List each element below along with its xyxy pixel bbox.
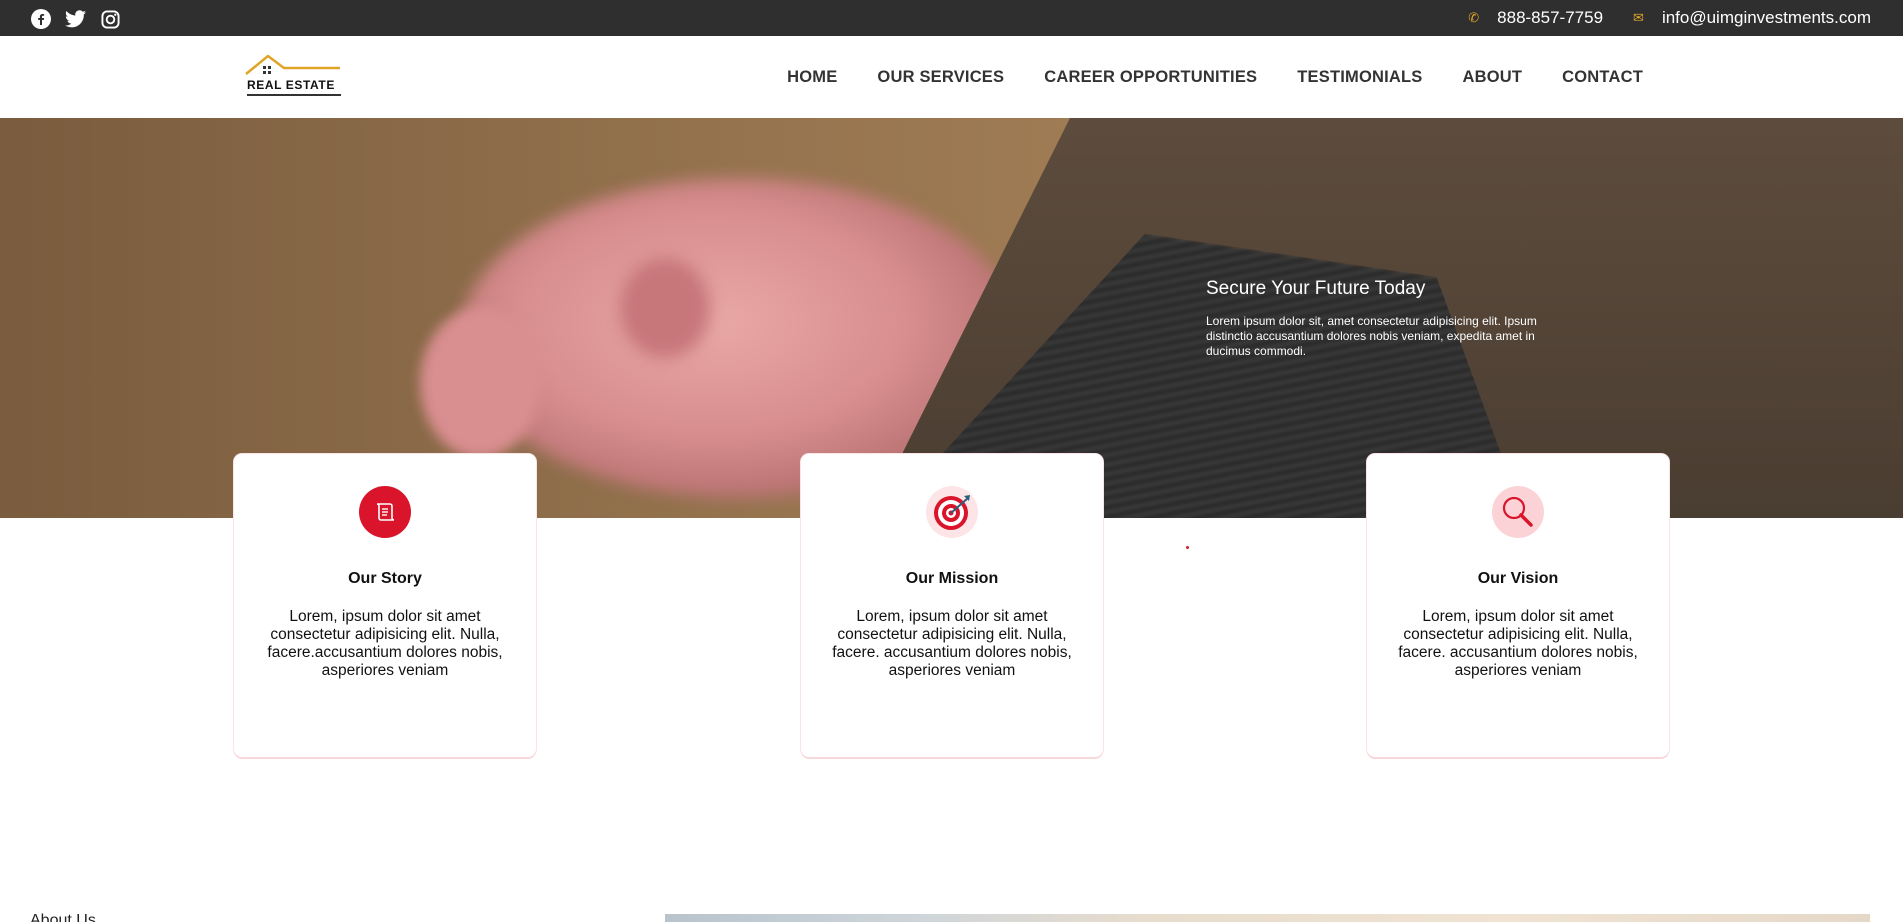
logo-underline <box>247 94 341 96</box>
envelope-icon: ✉ <box>1633 10 1644 25</box>
email-item[interactable]: ✉ info@uimginvestments.com <box>1633 8 1871 28</box>
target-icon <box>926 486 978 538</box>
twitter-icon[interactable] <box>65 9 86 29</box>
about-image <box>665 914 1870 922</box>
about-us-heading: About Us <box>30 912 96 922</box>
card-our-mission: Our Mission Lorem, ipsum dolor sit amet … <box>801 454 1103 757</box>
nav-contact[interactable]: CONTACT <box>1562 68 1643 87</box>
main-nav: HOME OUR SERVICES CAREER OPPORTUNITIES T… <box>787 36 1643 118</box>
social-links <box>30 9 121 29</box>
magnifier-icon <box>1492 486 1544 538</box>
card-text: Lorem, ipsum dolor sit amet consectetur … <box>267 608 503 679</box>
card-title: Our Vision <box>1477 570 1559 587</box>
phone-item[interactable]: ✆ 888-857-7759 <box>1468 8 1603 28</box>
card-text: Lorem, ipsum dolor sit amet consectetur … <box>832 608 1072 679</box>
phone-number[interactable]: 888-857-7759 <box>1497 8 1603 28</box>
facebook-icon[interactable] <box>30 9 51 29</box>
scroll-icon <box>359 486 411 538</box>
card-our-story: Our Story Lorem, ipsum dolor sit amet co… <box>234 454 536 757</box>
logo[interactable]: REAL ESTATE <box>244 52 344 100</box>
email-address[interactable]: info@uimginvestments.com <box>1662 8 1871 28</box>
nav-career-opportunities[interactable]: CAREER OPPORTUNITIES <box>1044 68 1257 87</box>
instagram-icon[interactable] <box>100 9 121 29</box>
card-title: Our Mission <box>905 570 999 587</box>
piggy-bank-snout <box>420 308 540 458</box>
contact-info: ✆ 888-857-7759 ✉ info@uimginvestments.co… <box>1468 0 1871 36</box>
nav-our-services[interactable]: OUR SERVICES <box>877 68 1004 87</box>
logo-text: REAL ESTATE <box>247 78 335 92</box>
top-bar: ✆ 888-857-7759 ✉ info@uimginvestments.co… <box>0 0 1903 36</box>
hero-body: Lorem ipsum dolor sit, amet consectetur … <box>1206 314 1537 358</box>
piggy-bank-ear <box>620 258 710 358</box>
phone-icon: ✆ <box>1468 10 1480 25</box>
hero-title: Secure Your Future Today <box>1206 278 1426 299</box>
nav-testimonials[interactable]: TESTIMONIALS <box>1297 68 1422 87</box>
site-header: REAL ESTATE HOME OUR SERVICES CAREER OPP… <box>0 36 1903 118</box>
card-text: Lorem, ipsum dolor sit amet consectetur … <box>1398 608 1638 679</box>
carousel-dot[interactable] <box>1186 546 1189 549</box>
card-title: Our Story <box>348 570 422 587</box>
nav-about[interactable]: ABOUT <box>1462 68 1522 87</box>
card-our-vision: Our Vision Lorem, ipsum dolor sit amet c… <box>1367 454 1669 757</box>
nav-home[interactable]: HOME <box>787 68 837 87</box>
house-roof-icon <box>245 54 340 75</box>
hero-copy: Secure Your Future Today Lorem ipsum dol… <box>1206 278 1546 359</box>
